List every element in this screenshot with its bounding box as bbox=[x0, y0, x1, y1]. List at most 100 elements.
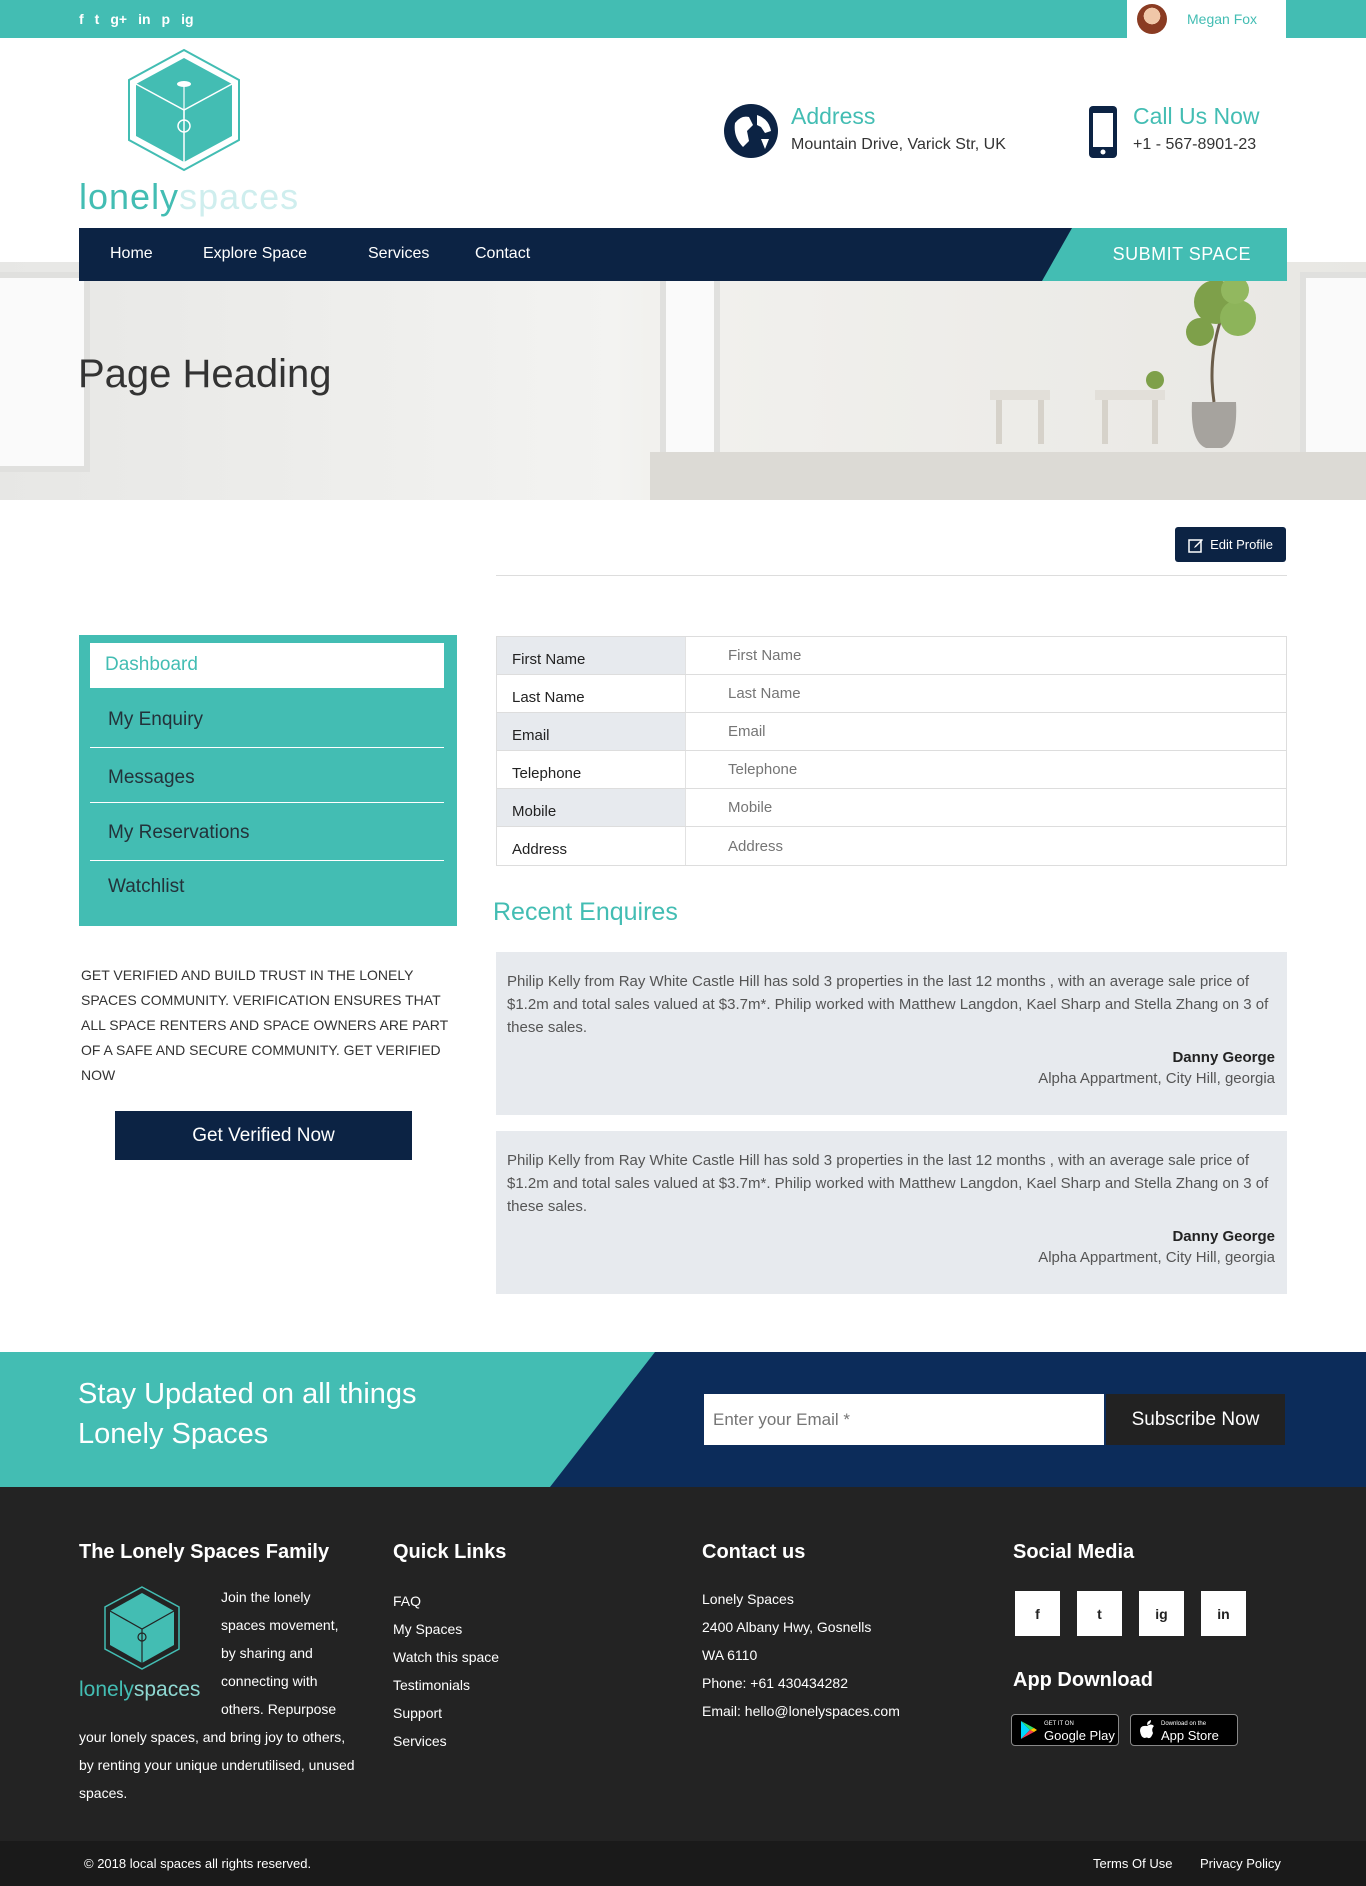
subscribe-button[interactable]: Subscribe Now bbox=[1106, 1394, 1285, 1445]
privacy-link[interactable]: Privacy Policy bbox=[1200, 1856, 1281, 1871]
address-label: Address bbox=[497, 827, 685, 865]
footer-contact: Lonely Spaces 2400 Albany Hwy, Gosnells … bbox=[702, 1585, 900, 1725]
contact-line: WA 6110 bbox=[702, 1647, 758, 1663]
get-verified-button[interactable]: Get Verified Now bbox=[115, 1111, 412, 1160]
nav-item-home[interactable]: Home bbox=[110, 245, 153, 263]
footer-logo: lonelyspaces bbox=[79, 1583, 209, 1701]
google-play-label: GET IT ON Google Play bbox=[1044, 1721, 1115, 1743]
contact-line: Lonely Spaces bbox=[702, 1591, 794, 1607]
terms-link[interactable]: Terms Of Use bbox=[1093, 1856, 1172, 1871]
phone-icon bbox=[1089, 106, 1117, 158]
footer-link-watch-this-space[interactable]: Watch this space bbox=[393, 1643, 499, 1671]
globe-icon bbox=[724, 104, 778, 158]
logo-text: lonelyspaces bbox=[79, 176, 300, 217]
cube-logo-icon bbox=[128, 48, 240, 172]
sidebar-item-dashboard[interactable]: Dashboard bbox=[90, 643, 444, 688]
form-row-first-name: First Name bbox=[497, 637, 1286, 675]
footer-link-testimonials[interactable]: Testimonials bbox=[393, 1671, 499, 1699]
telephone-label: Telephone bbox=[497, 751, 685, 788]
form-row-email: Email bbox=[497, 713, 1286, 751]
avatar bbox=[1137, 4, 1167, 34]
divider bbox=[496, 575, 1287, 576]
footer-links-title: Quick Links bbox=[393, 1541, 507, 1563]
apple-icon bbox=[1140, 1720, 1154, 1739]
user-name: Megan Fox bbox=[1187, 11, 1258, 27]
linkedin-icon[interactable]: in bbox=[1201, 1591, 1246, 1636]
profile-form: First Name Last Name Email Telephone Mob… bbox=[496, 636, 1287, 866]
google-play-button[interactable]: GET IT ON Google Play bbox=[1011, 1714, 1119, 1746]
newsletter-section: Stay Updated on all things Lonely Spaces… bbox=[0, 1352, 1366, 1487]
page-title: Page Heading bbox=[78, 352, 332, 396]
address-input[interactable] bbox=[685, 827, 1286, 865]
address-title: Address bbox=[791, 103, 876, 129]
enquiry-card: Philip Kelly from Ray White Castle Hill … bbox=[496, 952, 1287, 1115]
enquiry-address: Alpha Appartment, City Hill, georgia bbox=[1038, 1070, 1275, 1087]
bottom-bar: © 2018 local spaces all rights reserved.… bbox=[0, 1841, 1366, 1886]
enquiry-card: Philip Kelly from Ray White Castle Hill … bbox=[496, 1131, 1287, 1294]
footer-contact-title: Contact us bbox=[702, 1541, 806, 1563]
first-name-label: First Name bbox=[497, 637, 685, 674]
app-store-label: Download on the App Store bbox=[1161, 1721, 1219, 1743]
top-social-links: f t g+ in p ig bbox=[79, 10, 194, 28]
footer-about: lonelyspaces Join the lonely spaces move… bbox=[79, 1583, 357, 1807]
enquiry-text: Philip Kelly from Ray White Castle Hill … bbox=[507, 973, 1269, 1036]
user-menu[interactable]: Megan Fox bbox=[1127, 0, 1286, 38]
furniture-illustration bbox=[990, 276, 1256, 448]
site-logo[interactable]: lonelyspaces bbox=[79, 48, 298, 218]
form-row-telephone: Telephone bbox=[497, 751, 1286, 789]
sidebar-item-messages[interactable]: Messages bbox=[90, 767, 444, 789]
form-row-address: Address bbox=[497, 827, 1286, 865]
facebook-icon[interactable]: f bbox=[79, 10, 84, 28]
footer: The Lonely Spaces Family lonelyspaces Jo… bbox=[0, 1487, 1366, 1841]
contact-email[interactable]: Email: hello@lonelyspaces.com bbox=[702, 1697, 900, 1725]
sidebar-divider bbox=[90, 860, 444, 861]
newsletter-email-input[interactable] bbox=[704, 1394, 1104, 1445]
recent-enquires-title: Recent Enquires bbox=[493, 898, 678, 926]
address-value: Mountain Drive, Varick Str, UK bbox=[791, 136, 1006, 153]
google-play-icon bbox=[1021, 1721, 1037, 1739]
footer-link-services[interactable]: Services bbox=[393, 1727, 499, 1755]
footer-family-title: The Lonely Spaces Family bbox=[79, 1541, 330, 1563]
enquiry-address: Alpha Appartment, City Hill, georgia bbox=[1038, 1249, 1275, 1266]
enquiry-author: Danny George bbox=[1172, 1228, 1275, 1245]
sidebar-item-my-enquiry[interactable]: My Enquiry bbox=[90, 709, 444, 731]
address-block: Address Mountain Drive, Varick Str, UK bbox=[723, 103, 1006, 159]
nav-item-explore-space[interactable]: Explore Space bbox=[203, 245, 307, 263]
last-name-input[interactable] bbox=[685, 675, 1286, 712]
linkedin-icon[interactable]: in bbox=[138, 10, 150, 28]
sidebar-item-watchlist[interactable]: Watchlist bbox=[90, 876, 444, 898]
mobile-input[interactable] bbox=[685, 789, 1286, 826]
instagram-icon[interactable]: ig bbox=[181, 10, 193, 28]
call-value: +1 - 567-8901-23 bbox=[1133, 136, 1257, 153]
sidebar-divider bbox=[90, 802, 444, 803]
email-input[interactable] bbox=[685, 713, 1286, 750]
submit-space-button[interactable]: SUBMIT SPACE bbox=[1042, 228, 1287, 281]
instagram-icon[interactable]: ig bbox=[1139, 1591, 1184, 1636]
first-name-input[interactable] bbox=[685, 637, 1286, 674]
twitter-icon[interactable]: t bbox=[1077, 1591, 1122, 1636]
footer-social-title: Social Media bbox=[1013, 1541, 1135, 1563]
edit-profile-button[interactable]: Edit Profile bbox=[1175, 527, 1286, 562]
app-store-button[interactable]: Download on the App Store bbox=[1130, 1714, 1238, 1746]
edit-icon bbox=[1188, 538, 1204, 553]
twitter-icon[interactable]: t bbox=[95, 10, 100, 28]
copyright-text: © 2018 local spaces all rights reserved. bbox=[84, 1856, 312, 1871]
form-row-mobile: Mobile bbox=[497, 789, 1286, 827]
footer-link-my-spaces[interactable]: My Spaces bbox=[393, 1615, 499, 1643]
sidebar-item-my-reservations[interactable]: My Reservations bbox=[90, 822, 444, 844]
nav-item-services[interactable]: Services bbox=[368, 245, 429, 263]
nav-item-contact[interactable]: Contact bbox=[475, 245, 530, 263]
facebook-icon[interactable]: f bbox=[1015, 1591, 1060, 1636]
mobile-label: Mobile bbox=[497, 789, 685, 826]
sidebar-divider bbox=[90, 747, 444, 748]
last-name-label: Last Name bbox=[497, 675, 685, 712]
hero-window-right bbox=[1300, 272, 1366, 472]
enquiry-author: Danny George bbox=[1172, 1049, 1275, 1066]
google-plus-icon[interactable]: g+ bbox=[110, 10, 127, 28]
footer-link-support[interactable]: Support bbox=[393, 1699, 499, 1727]
telephone-input[interactable] bbox=[685, 751, 1286, 788]
main-nav: Home Explore Space Services Contact SUBM… bbox=[79, 228, 1287, 281]
footer-link-faq[interactable]: FAQ bbox=[393, 1587, 499, 1615]
contact-phone: Phone: +61 430434282 bbox=[702, 1675, 848, 1691]
pinterest-icon[interactable]: p bbox=[162, 10, 171, 28]
